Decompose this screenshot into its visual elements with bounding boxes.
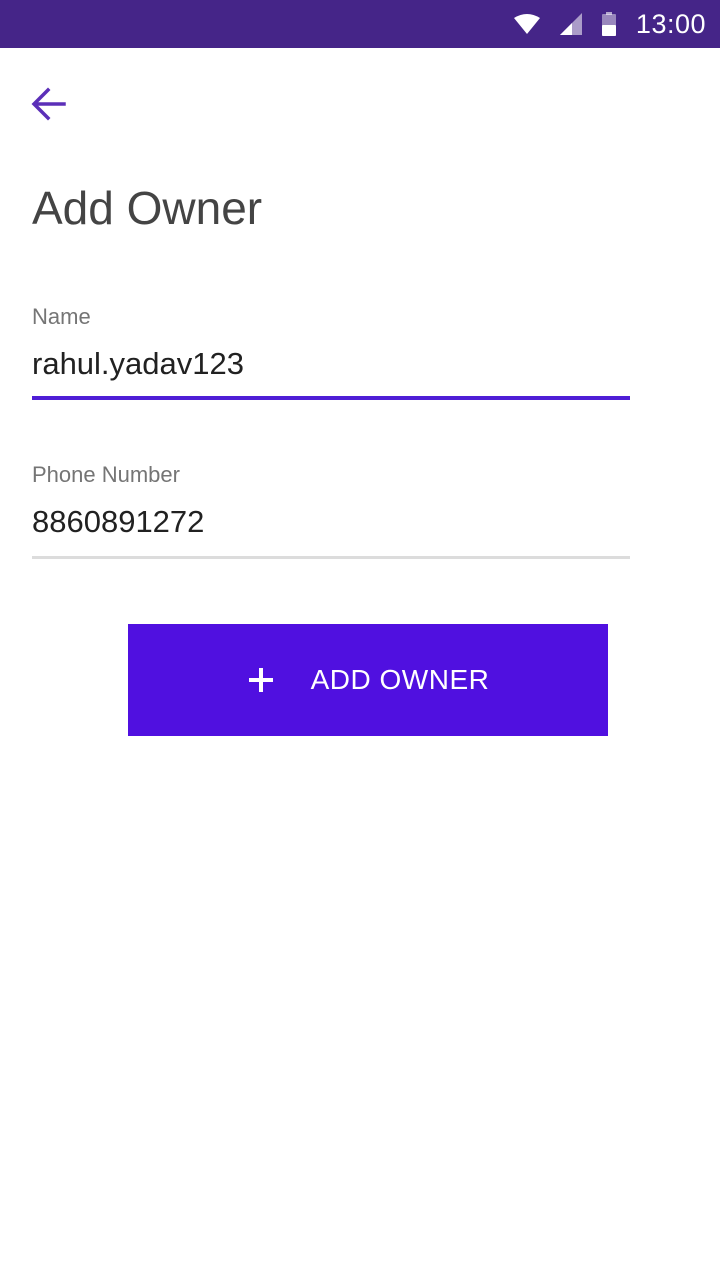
cell-signal-icon	[559, 13, 582, 35]
name-field-group: Name	[32, 304, 630, 400]
phone-field-group: Phone Number	[32, 462, 630, 559]
phone-input[interactable]	[32, 502, 630, 542]
phone-input-underline	[32, 556, 630, 559]
page-title: Add Owner	[32, 182, 263, 234]
plus-icon	[247, 666, 275, 694]
status-time: 13:00	[635, 8, 706, 39]
arrow-left-icon	[30, 86, 66, 122]
add-owner-button[interactable]: ADD OWNER	[128, 624, 608, 736]
name-input[interactable]	[32, 344, 630, 384]
status-bar: 13:00	[0, 0, 720, 48]
phone-label: Phone Number	[32, 462, 180, 487]
wifi-icon	[513, 13, 540, 35]
name-label: Name	[32, 304, 91, 329]
back-button[interactable]	[24, 80, 72, 128]
battery-icon	[601, 12, 616, 36]
status-icons: 13:00	[513, 0, 706, 48]
add-owner-label: ADD OWNER	[310, 664, 490, 695]
name-input-underline	[32, 396, 630, 400]
